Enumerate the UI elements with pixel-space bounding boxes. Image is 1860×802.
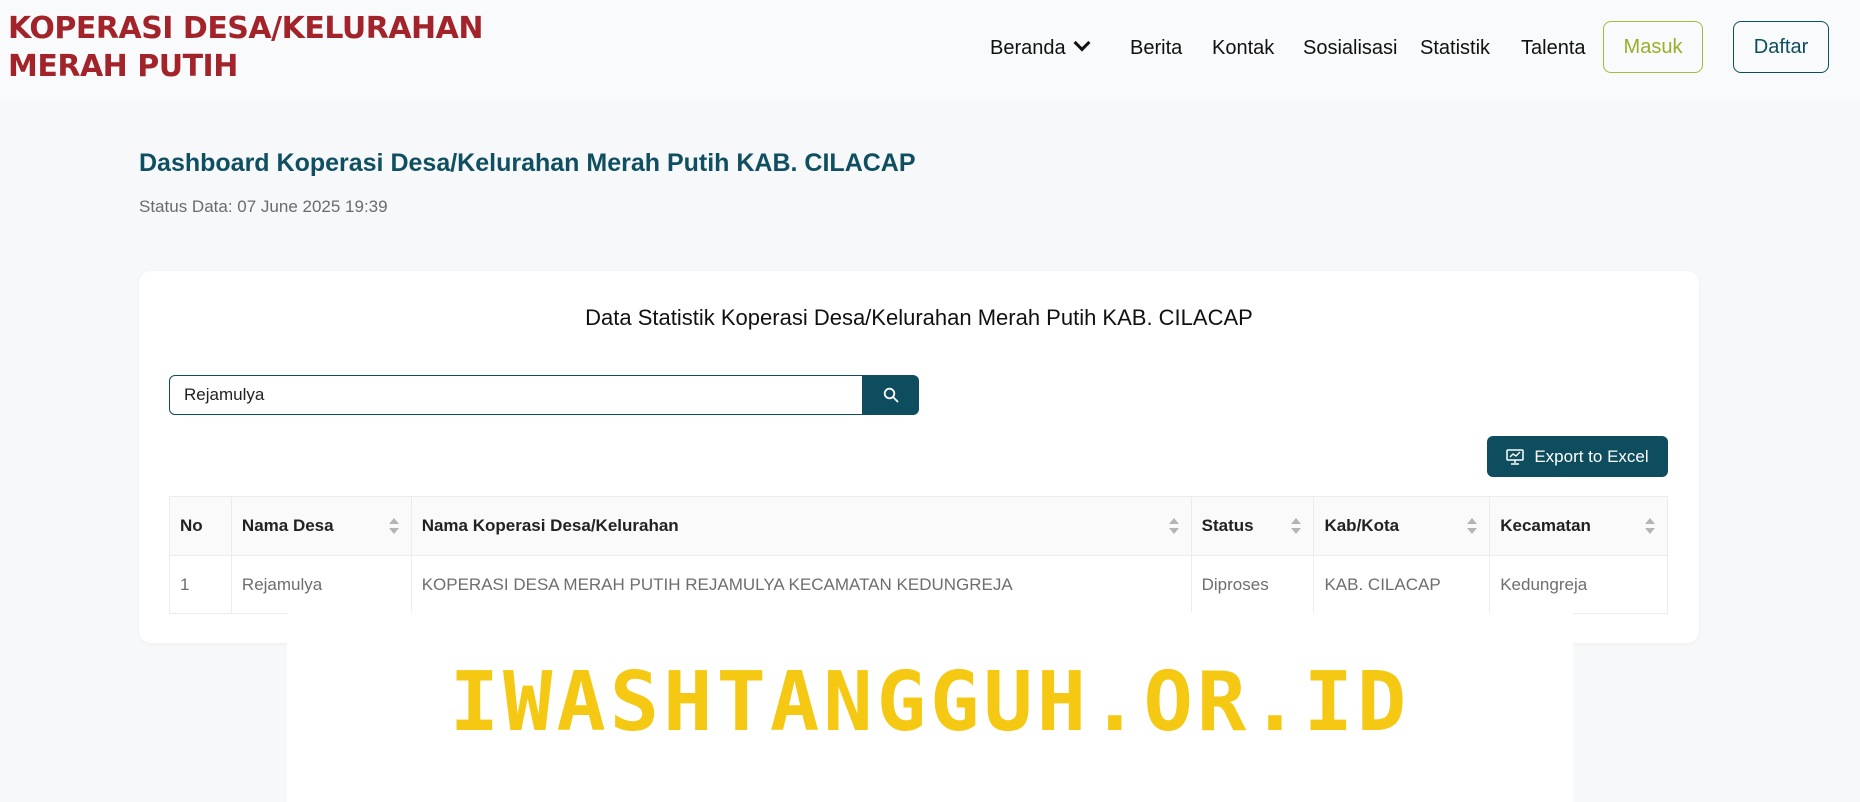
column-header-kecamatan[interactable]: Kecamatan [1490, 497, 1667, 555]
nav-item-label: Beranda [990, 37, 1066, 59]
cell-no: 1 [170, 556, 232, 613]
column-header-no: No [170, 497, 232, 555]
presentation-chart-icon [1506, 448, 1525, 465]
nav-item-talenta[interactable]: Talenta [1521, 32, 1586, 64]
nav-item-sosialisasi[interactable]: Sosialisasi [1303, 32, 1397, 64]
cell-nama-koperasi: KOPERASI DESA MERAH PUTIH REJAMULYA KECA… [412, 556, 1192, 613]
export-excel-button[interactable]: Export to Excel [1487, 436, 1668, 477]
page-title: Dashboard Koperasi Desa/Kelurahan Merah … [139, 149, 916, 177]
watermark-text: IWASHTANGGUH.OR.ID [449, 655, 1411, 750]
column-header-status[interactable]: Status [1192, 497, 1315, 555]
brand-logo[interactable]: KOPERASI DESA/KELURAHAN MERAH PUTIH [8, 10, 484, 86]
cell-nama-desa: Rejamulya [232, 556, 412, 613]
search-input[interactable] [169, 375, 863, 415]
column-header-nama-koperasi[interactable]: Nama Koperasi Desa/Kelurahan [412, 497, 1192, 555]
site-header: KOPERASI DESA/KELURAHAN MERAH PUTIH Bera… [0, 0, 1860, 100]
chevron-down-icon [1073, 34, 1091, 52]
nav-item-label: Kontak [1212, 37, 1275, 59]
data-status: Status Data: 07 June 2025 19:39 [139, 197, 388, 216]
statistics-card: Data Statistik Koperasi Desa/Kelurahan M… [139, 271, 1699, 643]
search-button[interactable] [862, 375, 919, 415]
nav-item-label: Berita [1130, 37, 1183, 59]
sort-icon[interactable] [1644, 517, 1655, 535]
sort-icon[interactable] [1168, 517, 1179, 535]
nav-item-label: Statistik [1420, 37, 1491, 59]
data-table: No Nama Desa Nama Koperasi Desa/Keluraha… [169, 496, 1668, 614]
nav-item-kontak[interactable]: Kontak [1212, 32, 1274, 64]
brand-line-1: KOPERASI DESA/KELURAHAN [8, 11, 484, 46]
column-header-kab-kota[interactable]: Kab/Kota [1314, 497, 1491, 555]
export-label: Export to Excel [1534, 446, 1649, 466]
register-button[interactable]: Daftar [1733, 21, 1829, 73]
nav-item-statistik[interactable]: Statistik [1420, 32, 1490, 64]
nav-item-berita[interactable]: Berita [1130, 32, 1182, 64]
nav-item-beranda[interactable]: Beranda [990, 32, 1091, 64]
card-title: Data Statistik Koperasi Desa/Kelurahan M… [585, 305, 1253, 330]
table-row: 1 Rejamulya KOPERASI DESA MERAH PUTIH RE… [170, 555, 1667, 613]
cell-kab-kota: KAB. CILACAP [1314, 556, 1491, 613]
sort-icon[interactable] [1467, 517, 1478, 535]
cell-status: Diproses [1192, 556, 1315, 613]
brand-line-2: MERAH PUTIH [8, 49, 238, 84]
nav-item-label: Talenta [1521, 37, 1586, 59]
table-header-row: No Nama Desa Nama Koperasi Desa/Keluraha… [170, 497, 1667, 555]
login-button[interactable]: Masuk [1603, 21, 1703, 73]
sort-icon[interactable] [388, 517, 399, 535]
cell-kecamatan: Kedungreja [1500, 574, 1588, 594]
sort-icon[interactable] [1291, 517, 1302, 535]
search-icon [883, 387, 898, 403]
nav-item-label: Sosialisasi [1303, 37, 1398, 59]
column-header-nama-desa[interactable]: Nama Desa [232, 497, 412, 555]
